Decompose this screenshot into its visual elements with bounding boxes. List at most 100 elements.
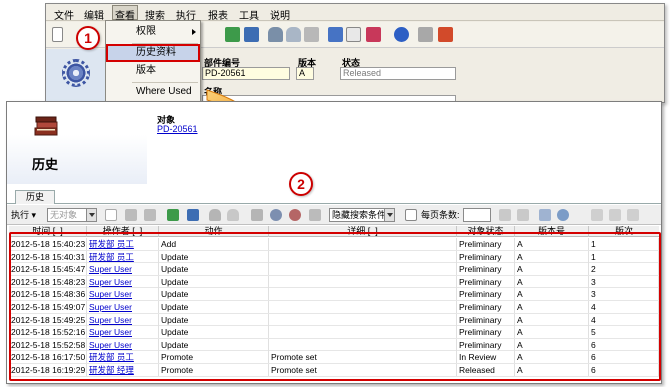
delete-icon[interactable] [627,209,639,221]
promote-icon[interactable] [251,209,263,221]
col-state[interactable]: 对象状态 [457,226,515,237]
menu-item-history-label: 历史资料 [136,47,176,58]
cell-version: A [515,263,589,276]
lock-icon[interactable] [268,27,283,42]
cell-detail [269,313,457,326]
menu-view[interactable]: 查看 [112,5,138,22]
tab-history[interactable]: 历史 [15,190,55,204]
table-row[interactable]: 2012-5-18 15:48:36 Super User Update Prelim… [9,288,659,301]
cell-state: Preliminary [457,275,515,288]
link-icon[interactable] [557,209,569,221]
cell-user[interactable]: Super User [87,326,159,339]
cell-detail [269,238,457,250]
object-select[interactable]: 无对象 [47,208,97,222]
report-icon[interactable] [366,27,381,42]
view-dropdown-menu: 权限 历史资料 版本 Where Used [105,20,201,104]
copy-icon[interactable] [144,209,156,221]
cell-user[interactable]: Super User [87,288,159,301]
zoom-icon[interactable] [270,209,282,221]
cell-time: 2012-5-18 15:45:47 [11,263,87,276]
col-version[interactable]: 版本号 [515,226,589,237]
cell-user[interactable]: Super User [87,338,159,351]
cell-time: 2012-5-18 15:48:23 [11,275,87,288]
table-row[interactable]: 2012-5-18 15:40:31 研发部 员工 Update Preliminar… [9,250,659,264]
menu-edit[interactable]: 编辑 [84,7,104,22]
cell-version: A [515,351,589,364]
part-number-field[interactable]: PD-20561 [202,67,290,80]
edit-document-icon[interactable] [346,27,361,42]
paste-icon[interactable] [609,209,621,221]
menu-item-versions[interactable]: 版本 [106,62,200,80]
col-action[interactable]: 动作 [159,226,269,237]
execute-menu[interactable]: 执行 ▾ [11,208,36,222]
next-page-icon[interactable] [517,209,529,221]
cell-version: A [515,288,589,301]
table-row[interactable]: 2012-5-18 16:17:50 研发部 员工 Promote Promote s… [9,351,659,364]
prev-page-icon[interactable] [499,209,511,221]
menu-item-where-used[interactable]: Where Used [106,83,200,101]
help-icon[interactable] [394,27,409,42]
menu-help[interactable]: 说明 [270,7,290,22]
exit-icon[interactable] [438,27,453,42]
table-row[interactable]: 2012-5-18 15:40:23 研发部 员工 Add Preliminary A 1 [9,238,659,251]
col-revision[interactable]: 版次 [589,226,659,237]
excel-icon[interactable] [225,27,240,42]
hidden-search-select[interactable]: 隐藏搜索条件 [329,208,395,222]
word-icon[interactable] [187,209,199,221]
page-size-field[interactable] [463,208,491,222]
cell-user[interactable]: Super User [87,275,159,288]
cell-rev: 6 [589,363,659,376]
new-icon[interactable] [105,209,117,221]
cell-user[interactable]: 研发部 员工 [87,250,159,263]
clear-search-icon[interactable] [289,209,301,221]
history-header: 历史 对象 PD-20561 [7,102,661,184]
table-row[interactable]: 2012-5-18 15:49:07 Super User Update Prelim… [9,300,659,314]
col-user[interactable]: 操作者 [..] [87,226,159,237]
table-row[interactable]: 2012-5-18 15:48:23 Super User Update Prelim… [9,275,659,289]
cell-rev: 4 [589,313,659,326]
cell-user[interactable]: 研发部 员工 [87,238,159,250]
cell-user[interactable]: Super User [87,313,159,326]
cell-rev: 3 [589,275,659,288]
table-row[interactable]: 2012-5-18 15:45:47 Super User Update Prelim… [9,263,659,276]
table-row[interactable]: 2012-5-18 16:19:29 研发部 经理 Promote Promote s… [9,363,659,377]
filter-icon[interactable] [405,209,417,221]
menu-item-history[interactable]: 历史资料 [106,44,200,62]
new-document-icon[interactable] [52,27,63,42]
print-icon[interactable] [418,27,433,42]
object-link[interactable]: PD-20561 [157,124,198,134]
unlock-icon[interactable] [286,27,301,42]
menu-file[interactable]: 文件 [54,7,74,22]
books-icon [34,116,58,136]
preview-icon[interactable] [539,209,551,221]
unlock-icon[interactable] [227,209,239,221]
chevron-down-icon [384,209,394,221]
excel-icon[interactable] [167,209,179,221]
table-row[interactable]: 2012-5-18 15:52:58 Super User Update Prelim… [9,338,659,352]
word-icon[interactable] [244,27,259,42]
menu-tools[interactable]: 工具 [239,7,259,22]
undo-icon[interactable] [304,27,319,42]
col-time[interactable]: 时间 [..] [9,226,87,237]
menu-item-permissions[interactable]: 权限 [106,23,200,41]
search-icon[interactable] [125,209,137,221]
cell-rev: 3 [589,288,659,301]
version-field[interactable]: A [296,67,314,80]
cell-detail [269,288,457,301]
cell-version: A [515,326,589,339]
cell-user[interactable]: 研发部 员工 [87,351,159,364]
col-detail[interactable]: 详细 [..] [269,226,457,237]
cell-state: Preliminary [457,326,515,339]
lock-icon[interactable] [209,209,221,221]
menu-reports[interactable]: 报表 [208,7,228,22]
table-row[interactable]: 2012-5-18 15:49:25 Super User Update Prelim… [9,313,659,327]
promote-icon[interactable] [328,27,343,42]
copy-cells-icon[interactable] [591,209,603,221]
table-row[interactable]: 2012-5-18 15:52:16 Super User Update Prelim… [9,326,659,339]
run-search-icon[interactable] [309,209,321,221]
cell-user[interactable]: Super User [87,263,159,276]
cell-user[interactable]: Super User [87,300,159,313]
cell-version: A [515,363,589,376]
cell-user[interactable]: 研发部 经理 [87,363,159,376]
table-header: 时间 [..] 操作者 [..] 动作 详细 [..] 对象状态 版本号 版次 [9,226,659,237]
